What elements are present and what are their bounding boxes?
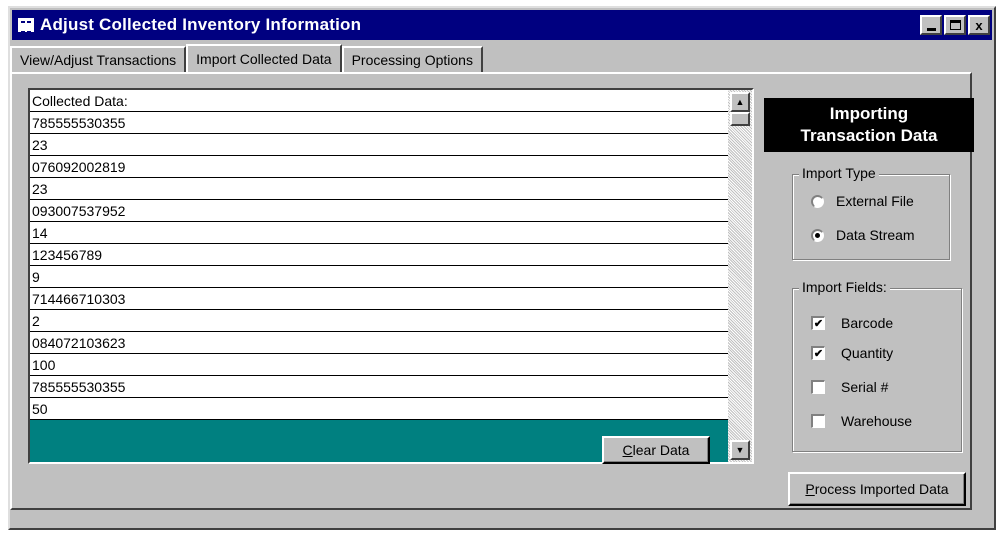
barcode-label: Barcode — [841, 315, 894, 331]
list-item[interactable]: 785555530355 — [30, 112, 728, 134]
list-item[interactable]: 714466710303 — [30, 288, 728, 310]
field-barcode[interactable]: ✔ Barcode — [811, 315, 893, 331]
data-stream-label: Data Stream — [836, 227, 915, 243]
list-item[interactable]: 23 — [30, 178, 728, 200]
import-title-line2: Transaction Data — [800, 126, 938, 145]
field-warehouse[interactable]: Warehouse — [811, 413, 912, 429]
warehouse-checkbox[interactable] — [811, 414, 825, 428]
tab-import-collected-data[interactable]: Import Collected Data — [186, 44, 342, 72]
field-quantity[interactable]: ✔ Quantity — [811, 345, 893, 361]
list-item[interactable]: 9 — [30, 266, 728, 288]
import-title-line1: Importing — [829, 104, 909, 123]
import-type-legend: Import Type — [799, 165, 879, 181]
minimize-button[interactable] — [920, 15, 942, 35]
minimize-icon — [926, 27, 936, 31]
warehouse-label: Warehouse — [841, 413, 913, 429]
external-file-label: External File — [836, 193, 914, 209]
import-type-group: Import Type External File Data Stream — [792, 165, 950, 260]
quantity-label: Quantity — [841, 345, 894, 361]
down-arrow-icon: ▼ — [735, 445, 745, 455]
barcode-checkbox[interactable]: ✔ — [811, 316, 825, 330]
up-arrow-icon: ▲ — [735, 97, 745, 107]
close-button[interactable]: x — [968, 15, 990, 35]
list-item[interactable]: 100 — [30, 354, 728, 376]
tab-label: View/Adjust Transactions — [20, 52, 177, 68]
tab-label: Import Collected Data — [196, 51, 332, 67]
import-fields-group: Import Fields: ✔ Barcode ✔ Quantity Seri… — [792, 279, 962, 452]
list-item[interactable]: 084072103623 — [30, 332, 728, 354]
list-item[interactable]: 14 — [30, 222, 728, 244]
maximize-button[interactable] — [944, 15, 966, 35]
process-label: rocess Imported Data — [814, 481, 949, 497]
list-item[interactable]: 785555530355 — [30, 376, 728, 398]
tab-view-adjust-transactions[interactable]: View/Adjust Transactions — [10, 46, 187, 72]
quantity-checkbox[interactable]: ✔ — [811, 346, 825, 360]
list-content: Collected Data: 785555530355 23 07609200… — [30, 90, 728, 462]
maximize-icon — [949, 20, 961, 30]
process-imported-data-button[interactable]: Process Imported Data — [788, 472, 966, 506]
import-fields-legend: Import Fields: — [799, 279, 890, 295]
form-icon — [18, 18, 34, 33]
collected-data-list[interactable]: Collected Data: 785555530355 23 07609200… — [28, 88, 754, 464]
option-external-file[interactable]: External File — [811, 193, 914, 209]
clear-data-accel: C — [622, 442, 633, 458]
serial-label: Serial # — [841, 379, 889, 395]
process-accel: P — [805, 481, 815, 497]
data-stream-radio[interactable] — [811, 228, 824, 242]
scroll-up-button[interactable]: ▲ — [730, 92, 750, 112]
external-file-radio[interactable] — [811, 194, 824, 208]
window-title: Adjust Collected Inventory Information — [40, 15, 362, 34]
list-header: Collected Data: — [30, 90, 728, 112]
option-data-stream[interactable]: Data Stream — [811, 227, 915, 243]
tab-processing-options[interactable]: Processing Options — [341, 46, 483, 72]
scroll-thumb[interactable] — [730, 112, 750, 126]
tab-strip: View/Adjust Transactions Import Collecte… — [10, 44, 483, 72]
scroll-down-button[interactable]: ▼ — [730, 440, 750, 460]
serial-checkbox[interactable] — [811, 380, 825, 394]
tab-label: Processing Options — [351, 52, 473, 68]
clear-data-button[interactable]: Clear Data — [602, 436, 710, 464]
list-item[interactable]: 076092002819 — [30, 156, 728, 178]
list-item[interactable]: 093007537952 — [30, 200, 728, 222]
close-icon: x — [975, 17, 983, 33]
list-item[interactable]: 50 — [30, 398, 728, 420]
clear-data-label: lear Data — [632, 442, 690, 458]
list-item[interactable]: 23 — [30, 134, 728, 156]
import-title-banner: Importing Transaction Data — [764, 98, 974, 152]
vertical-scrollbar[interactable]: ▲ ▼ — [728, 90, 752, 462]
window-controls: x — [920, 15, 990, 35]
list-item[interactable]: 123456789 — [30, 244, 728, 266]
field-serial[interactable]: Serial # — [811, 379, 888, 395]
list-item[interactable]: 2 — [30, 310, 728, 332]
title-bar[interactable]: Adjust Collected Inventory Information x — [12, 10, 992, 40]
